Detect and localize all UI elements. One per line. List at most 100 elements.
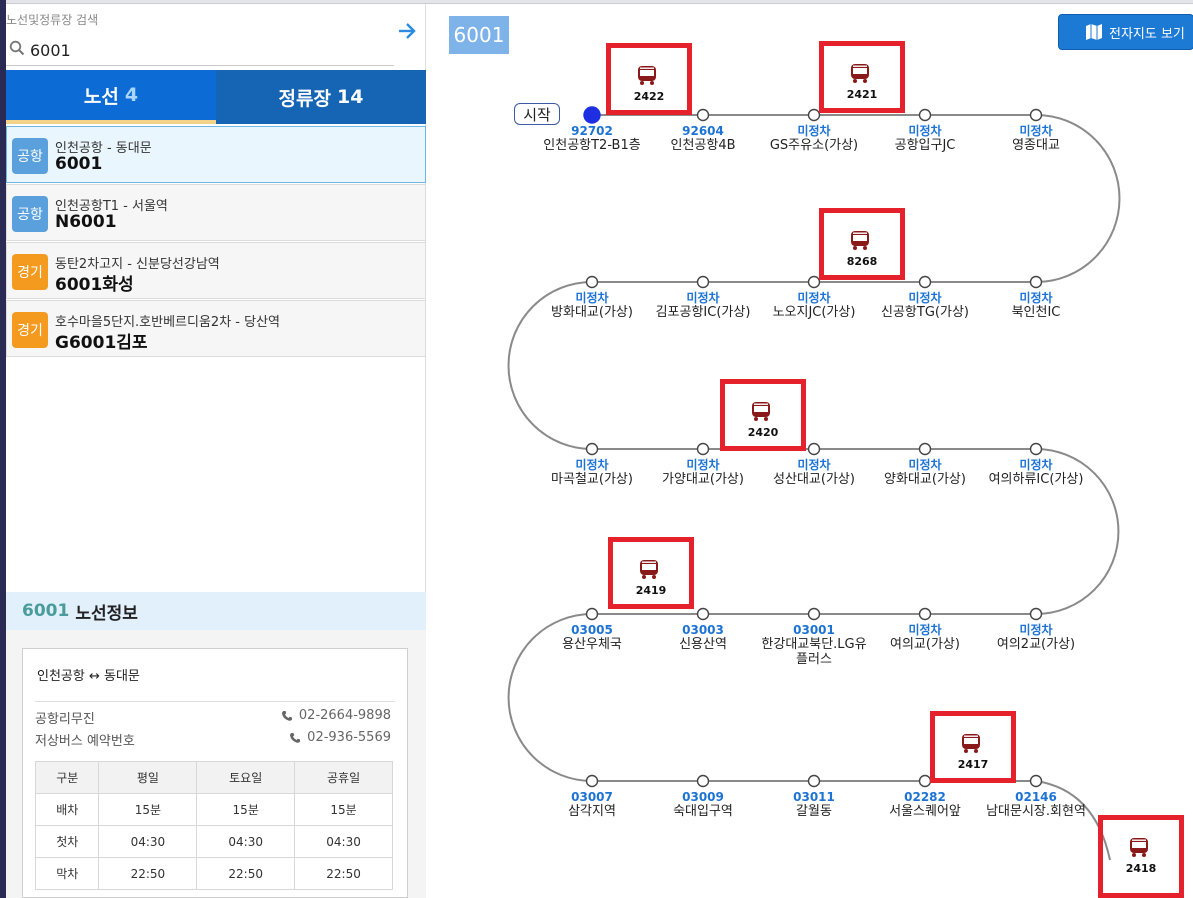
stop-name: 가양대교(가상) [662,472,744,487]
stop-dot[interactable] [583,106,601,124]
stop-id: 미정차 [575,291,609,305]
bus-plate-number: 8268 [846,255,878,268]
stop-dot[interactable] [696,108,710,122]
airport-bus-icon [1130,838,1148,857]
stop-dot[interactable] [918,607,932,621]
stop-name: 신용산역 [679,637,727,652]
stop-dot[interactable] [918,275,932,289]
stop-dot[interactable] [1029,108,1043,122]
stop-label[interactable]: 미정차 여의2교(가상) [980,623,1092,652]
stop-id: 미정차 [1019,623,1053,637]
stop-name: 신공항TG(가상) [881,305,969,320]
stop-dot[interactable] [585,275,599,289]
stop-name: 서울스퀘어앞 [889,804,961,819]
stop-dot[interactable] [696,774,710,788]
stop-dot[interactable] [585,607,599,621]
stop-dot[interactable] [807,108,821,122]
airport-bus-icon [962,734,980,753]
bus-marker[interactable]: 2422 [606,43,692,115]
stop-id: 미정차 [908,623,942,637]
airport-bus-icon [851,64,869,83]
stop-dot[interactable] [696,442,710,456]
stop-name: 인천공항T2-B1층 [543,138,641,153]
bus-marker[interactable]: 2420 [720,379,806,451]
stop-id: 02282 [904,790,946,804]
stop-dot[interactable] [918,442,932,456]
stop-dot[interactable] [585,442,599,456]
stop-name: 인천공항4B [670,138,736,153]
bus-marker[interactable]: 8268 [819,208,905,280]
stop-label[interactable]: 미정차 성산대교(가상) [758,458,870,487]
stop-dot[interactable] [585,774,599,788]
stop-name: 남대문시장.회현역 [986,804,1086,819]
stop-label[interactable]: 미정차 노오지JC(가상) [758,291,870,320]
stop-label[interactable]: 미정차 영종대교 [980,124,1092,153]
stop-id: 미정차 [686,291,720,305]
stop-id: 92604 [682,124,724,138]
bus-marker[interactable]: 2418 [1098,815,1184,898]
stop-label[interactable]: 미정차 가양대교(가상) [647,458,759,487]
stop-dot[interactable] [918,774,932,788]
stop-label[interactable]: 03005 용산우체국 [536,623,648,652]
bus-plate-number: 2417 [957,758,989,771]
stop-dot[interactable] [807,442,821,456]
stop-label[interactable]: 03001 한강대교북단.LG유플러스 [758,623,870,667]
bus-marker[interactable]: 2421 [819,41,905,113]
stop-name: 북인천IC [1011,305,1061,320]
stop-label[interactable]: 미정차 김포공항IC(가상) [647,291,759,320]
stop-label[interactable]: 03009 숙대입구역 [647,790,759,819]
stop-name: 영종대교 [1012,138,1060,153]
stop-id: 02146 [1015,790,1057,804]
stop-name: 한강대교북단.LG유플러스 [761,637,867,667]
airport-bus-icon [752,402,770,421]
stop-label[interactable]: 미정차 GS주유소(가상) [758,124,870,153]
stop-label[interactable]: 미정차 신공항TG(가상) [869,291,981,320]
stop-id: 미정차 [797,291,831,305]
stop-label[interactable]: 미정차 여의하류IC(가상) [980,458,1092,487]
stop-name: 공항입구JC [894,138,956,153]
stop-dot[interactable] [1029,275,1043,289]
stop-dot[interactable] [1029,607,1043,621]
stop-id: 미정차 [908,291,942,305]
stop-id: 미정차 [1019,124,1053,138]
stop-id: 미정차 [575,458,609,472]
stop-label[interactable]: 03007 삼각지역 [536,790,648,819]
airport-bus-icon [638,66,656,85]
stop-dot[interactable] [1029,774,1043,788]
stop-name: 여의교(가상) [890,637,960,652]
stop-label[interactable]: 미정차 방화대교(가상) [536,291,648,320]
bus-plate-number: 2420 [747,426,779,439]
stop-id: 03001 [793,623,835,637]
stop-dot[interactable] [1029,442,1043,456]
stop-dot[interactable] [807,774,821,788]
stop-label[interactable]: 미정차 마곡철교(가상) [536,458,648,487]
stop-label[interactable]: 미정차 북인천IC [980,291,1092,320]
stop-id: 미정차 [908,458,942,472]
stop-dot[interactable] [696,607,710,621]
stop-id: 03005 [571,623,613,637]
stop-dots [583,106,1043,788]
stop-label[interactable]: 92702 인천공항T2-B1층 [536,124,648,153]
stop-id: 미정차 [1019,458,1053,472]
stop-label[interactable]: 03003 신용산역 [647,623,759,652]
stop-name: 삼각지역 [568,804,616,819]
stop-name: 양화대교(가상) [884,472,966,487]
bus-marker[interactable]: 2417 [930,711,1016,783]
stop-dot[interactable] [807,607,821,621]
stop-label[interactable]: 미정차 양화대교(가상) [869,458,981,487]
stop-id: 03009 [682,790,724,804]
stop-label[interactable]: 92604 인천공항4B [647,124,759,153]
stop-label[interactable]: 02146 남대문시장.회현역 [980,790,1092,819]
bus-marker[interactable]: 2419 [608,537,694,609]
bus-plate-number: 2422 [633,90,665,103]
stop-label[interactable]: 미정차 공항입구JC [869,124,981,153]
stop-dot[interactable] [918,108,932,122]
bus-plate-number: 2419 [635,584,667,597]
stop-label[interactable]: 02282 서울스퀘어앞 [869,790,981,819]
stop-dot[interactable] [807,275,821,289]
bus-route-app: 노선및정류장 검색 노선 4 정류장 14 공항 인천공항 - 동대문 [0,0,1193,898]
stop-label[interactable]: 미정차 여의교(가상) [869,623,981,652]
stop-dot[interactable] [696,275,710,289]
bus-plate-number: 2421 [846,88,878,101]
stop-label[interactable]: 03011 갈월동 [758,790,870,819]
